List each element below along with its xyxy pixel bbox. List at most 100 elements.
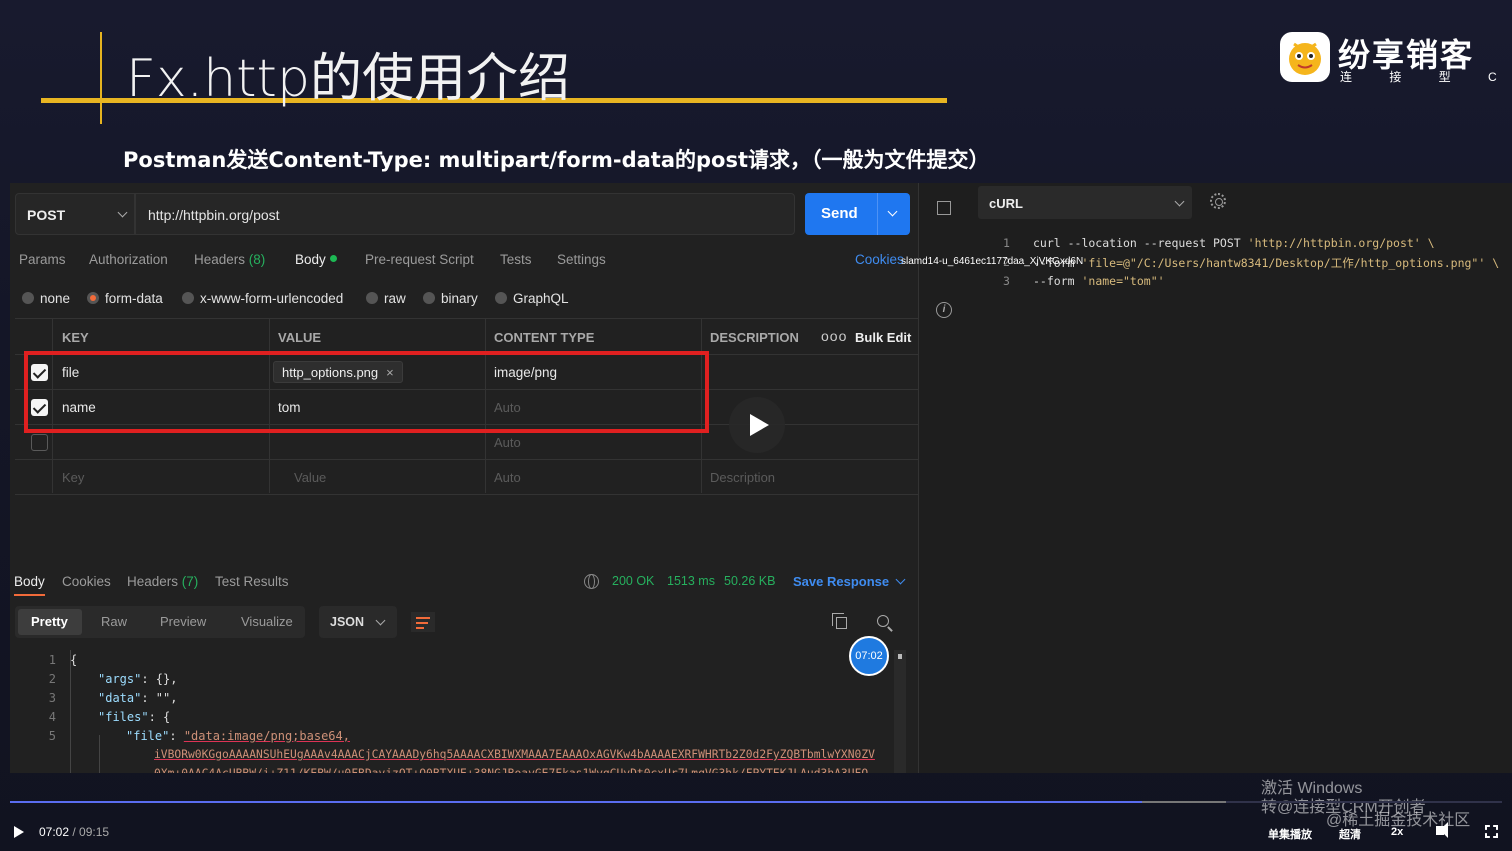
code-line: { (70, 653, 77, 667)
curl-line: --form 'file=@"/C:/Users/hantw8341/Deskt… (1033, 255, 1499, 271)
radio-icon (495, 292, 507, 304)
document-icon[interactable] (937, 201, 951, 215)
wrap-lines-icon[interactable] (411, 612, 435, 632)
slide-title: Fx.http的使用介绍 (126, 49, 570, 109)
postman-request-panel: POST http://httpbin.org/post Send Params… (10, 183, 918, 773)
tab-prerequest-script[interactable]: Pre-request Script (365, 252, 474, 267)
code-line: "files": { (98, 710, 170, 724)
search-icon[interactable] (877, 615, 889, 627)
radio-selected-icon (87, 292, 99, 304)
resp-tab-test-results[interactable]: Test Results (215, 574, 289, 589)
url-input[interactable]: http://httpbin.org/post (135, 193, 795, 235)
indent-guide (99, 735, 100, 773)
chevron-down-icon[interactable] (887, 206, 898, 217)
play-icon[interactable] (14, 826, 24, 838)
radio-none[interactable]: none (22, 291, 70, 306)
resp-tab-headers-label: Headers (127, 574, 179, 589)
send-divider (877, 193, 878, 235)
description-placeholder[interactable]: Description (710, 470, 775, 485)
view-pretty[interactable]: Pretty (31, 614, 68, 629)
current-time: 07:02 (39, 825, 70, 839)
curl-cmd: --form (1033, 274, 1082, 288)
base64-line: 0Xm+0AAC4AcUBBW/i+Z11/KEBW/u0FBDavjzOT+O… (154, 767, 868, 773)
chevron-down-icon (117, 207, 128, 218)
language-select[interactable]: cURL (978, 186, 1192, 219)
wrap-line-bar (416, 622, 428, 624)
radio-binary-label: binary (441, 291, 478, 306)
gear-icon[interactable] (1210, 193, 1226, 209)
json-key: "args" (98, 672, 142, 686)
resp-tab-headers[interactable]: Headers (7) (127, 574, 198, 589)
video-time: 07:02 / 09:15 (39, 825, 109, 839)
tab-settings[interactable]: Settings (557, 252, 606, 267)
active-tab-underline (14, 594, 45, 596)
radio-icon (423, 292, 435, 304)
info-icon[interactable]: i (936, 302, 952, 318)
format-label: JSON (330, 615, 365, 629)
vertical-scrollbar[interactable] (894, 650, 906, 773)
row-content-type[interactable]: Auto (494, 435, 521, 450)
speed-button[interactable]: 2x (1391, 826, 1403, 838)
cookies-link[interactable]: Cookies (855, 252, 904, 267)
resp-tab-body[interactable]: Body (14, 574, 45, 589)
tab-tests[interactable]: Tests (500, 252, 532, 267)
line-number: 2 (48, 672, 56, 686)
radio-icon (22, 292, 34, 304)
send-button[interactable]: Send (805, 193, 910, 235)
line-number: 3 (48, 691, 56, 705)
method-label: POST (27, 207, 66, 223)
fullscreen-icon[interactable] (1485, 825, 1498, 838)
indent-guide (70, 650, 71, 773)
code-line: "args": {}, (98, 672, 177, 686)
status-code[interactable]: 200 OK (612, 574, 654, 588)
curl-string: 'http://httpbin.org/post' \ (1247, 236, 1435, 250)
globe-icon[interactable] (584, 574, 599, 589)
radio-binary[interactable]: binary (423, 291, 478, 306)
tab-headers[interactable]: Headers (8) (194, 252, 265, 267)
brand-logo-block: 纷享销客 连 接 型 C R M (1278, 30, 1512, 86)
tab-authorization[interactable]: Authorization (89, 252, 168, 267)
response-size[interactable]: 50.26 KB (724, 574, 775, 588)
radio-urlencoded-label: x-www-form-urlencoded (200, 291, 344, 306)
chevron-down-icon (1174, 196, 1185, 207)
resp-tab-cookies[interactable]: Cookies (62, 574, 111, 589)
code-snippet-panel: i cURL 1 curl --location --request POST … (918, 183, 1512, 773)
row-checkbox[interactable] (31, 434, 48, 451)
format-select[interactable]: JSON (319, 606, 397, 638)
json-key: "files" (98, 710, 149, 724)
quality-button[interactable]: 超清 (1339, 826, 1361, 842)
response-time[interactable]: 1513 ms (667, 574, 715, 588)
bulk-edit-button[interactable]: Bulk Edit (855, 330, 911, 345)
view-raw[interactable]: Raw (101, 614, 127, 629)
method-select[interactable]: POST (15, 193, 135, 235)
radio-raw[interactable]: raw (366, 291, 406, 306)
view-preview[interactable]: Preview (160, 614, 206, 629)
language-label: cURL (989, 196, 1023, 211)
more-options-icon[interactable]: ooo (821, 328, 847, 344)
tab-params[interactable]: Params (19, 252, 66, 267)
json-rest: : {}, (141, 672, 178, 686)
view-visualize[interactable]: Visualize (241, 614, 293, 629)
key-placeholder[interactable]: Key (62, 470, 84, 485)
json-key: "file" (126, 729, 170, 743)
radio-form-data[interactable]: form-data (87, 291, 163, 306)
json-key: "data" (98, 691, 142, 705)
chevron-down-icon (375, 615, 386, 626)
line-number: 3 (1003, 274, 1010, 288)
video-user-overlay: slamd14-u_6461ec1177daa_XjVKGxd6N (901, 256, 1084, 267)
play-icon[interactable] (729, 397, 785, 453)
save-response-button[interactable]: Save Response (793, 574, 906, 589)
send-label: Send (821, 205, 858, 222)
single-play-button[interactable]: 单集播放 (1268, 826, 1312, 842)
radio-graphql[interactable]: GraphQL (495, 291, 569, 306)
response-view-tabs: Pretty Raw Preview Visualize (15, 606, 305, 638)
table-row-placeholder: Key Value Auto Description (15, 460, 918, 495)
radio-urlencoded[interactable]: x-www-form-urlencoded (182, 291, 343, 306)
video-progress-fill (10, 801, 1142, 803)
tab-body[interactable]: Body (295, 252, 337, 267)
scrollbar-thumb[interactable] (898, 654, 902, 659)
content-type-placeholder[interactable]: Auto (494, 470, 521, 485)
volume-icon[interactable] (1436, 822, 1448, 838)
copy-icon[interactable] (832, 613, 847, 629)
value-placeholder[interactable]: Value (294, 470, 326, 485)
